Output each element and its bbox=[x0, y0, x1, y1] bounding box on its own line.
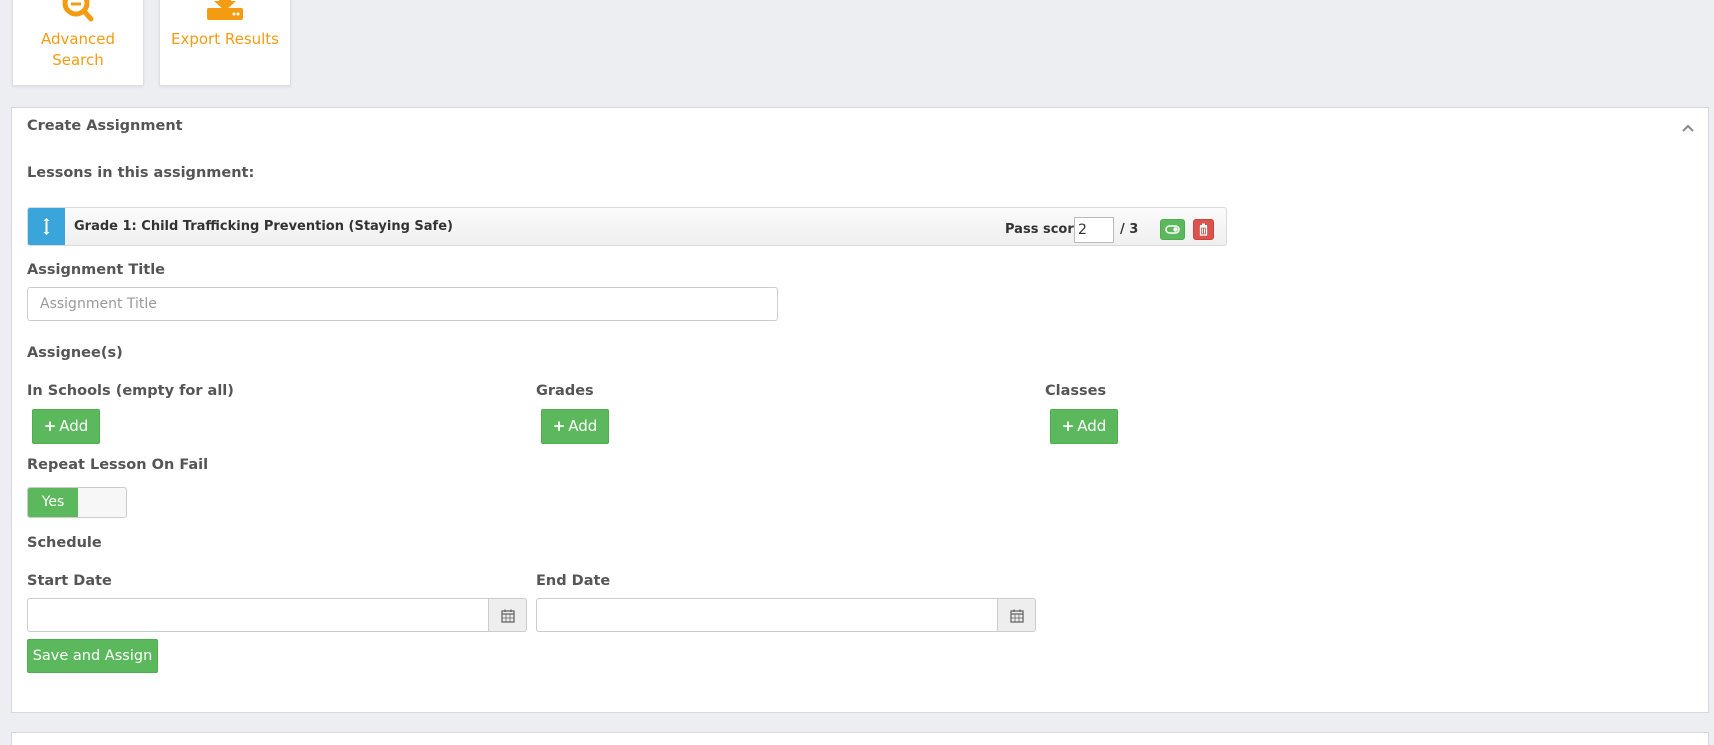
pass-score-input[interactable] bbox=[1074, 217, 1114, 243]
assignees-label: Assignee(s) bbox=[27, 345, 123, 361]
start-date-label: Start Date bbox=[27, 573, 112, 589]
add-class-button[interactable]: + Add bbox=[1050, 409, 1118, 444]
add-grade-button[interactable]: + Add bbox=[541, 409, 609, 444]
lesson-row: Grade 1: Child Trafficking Prevention (S… bbox=[27, 207, 1227, 246]
schools-label: In Schools (empty for all) bbox=[27, 383, 234, 399]
lesson-delete-button[interactable] bbox=[1193, 219, 1214, 240]
download-tray-icon bbox=[203, 0, 247, 31]
lesson-name: Grade 1: Child Trafficking Prevention (S… bbox=[74, 219, 453, 234]
start-date-picker-button[interactable] bbox=[489, 598, 527, 632]
panel-title: Create Assignment bbox=[27, 118, 183, 134]
vertical-arrows-icon bbox=[28, 218, 65, 249]
classes-label: Classes bbox=[1045, 383, 1107, 399]
save-and-assign-button[interactable]: Save and Assign bbox=[27, 639, 158, 673]
start-date-input[interactable] bbox=[27, 598, 489, 632]
drag-handle[interactable] bbox=[28, 208, 65, 245]
assignment-title-label: Assignment Title bbox=[27, 262, 165, 278]
plus-icon: + bbox=[43, 417, 57, 435]
toggle-on-icon bbox=[1161, 224, 1184, 243]
end-date-label: End Date bbox=[536, 573, 611, 589]
advanced-search-label: Advanced Search bbox=[40, 30, 116, 69]
export-results-button[interactable]: Export Results bbox=[159, 0, 291, 86]
grades-label: Grades bbox=[536, 383, 594, 399]
repeat-lesson-label: Repeat Lesson On Fail bbox=[27, 457, 209, 473]
next-panel bbox=[11, 732, 1709, 745]
trash-icon bbox=[1194, 223, 1213, 243]
end-date-picker-button[interactable] bbox=[998, 598, 1036, 632]
switch-yes-label: Yes bbox=[28, 488, 78, 517]
lesson-toggle-button[interactable] bbox=[1160, 219, 1185, 240]
search-icon bbox=[56, 0, 100, 31]
schedule-label: Schedule bbox=[27, 535, 102, 551]
pass-score-label: Pass score bbox=[1005, 222, 1083, 237]
chevron-up-icon[interactable] bbox=[1680, 120, 1696, 136]
export-results-label: Export Results bbox=[170, 30, 280, 48]
repeat-lesson-switch[interactable]: Yes bbox=[27, 487, 127, 518]
add-school-button[interactable]: + Add bbox=[32, 409, 100, 444]
end-date-input[interactable] bbox=[536, 598, 998, 632]
assignment-title-input[interactable] bbox=[27, 287, 778, 321]
plus-icon: + bbox=[552, 417, 566, 435]
plus-icon: + bbox=[1061, 417, 1075, 435]
lessons-label: Lessons in this assignment: bbox=[27, 165, 255, 181]
create-assignment-panel: Create Assignment Lessons in this assign… bbox=[11, 107, 1709, 713]
advanced-search-button[interactable]: Advanced Search bbox=[12, 0, 144, 86]
pass-score-total: / 3 bbox=[1120, 222, 1139, 237]
